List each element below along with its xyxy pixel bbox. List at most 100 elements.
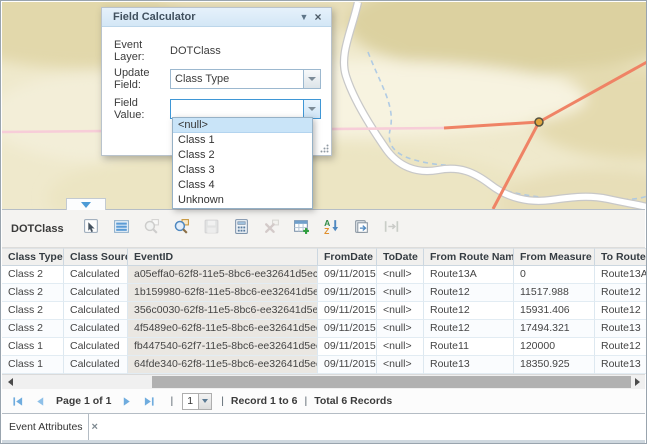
column-header[interactable]: EventID <box>128 248 318 266</box>
select-records-icon[interactable] <box>82 217 102 237</box>
add-records-icon[interactable] <box>292 217 312 237</box>
table-cell[interactable]: <null> <box>377 338 424 356</box>
table-cell[interactable]: Calculated <box>64 302 128 320</box>
table-cell[interactable]: fb447540-62f7-11e5-8bc6-ee32641d5ec9 <box>128 338 318 356</box>
table-cell[interactable]: 09/11/2015 <box>318 284 377 302</box>
table-cell[interactable]: Route11 <box>424 338 514 356</box>
table-row[interactable]: Class 2Calculated356c0030-62f8-11e5-8bc6… <box>2 302 645 320</box>
dropdown-option[interactable]: Class 1 <box>173 133 312 148</box>
update-field-select[interactable]: Class Type <box>170 69 321 89</box>
table-cell[interactable]: 18350.925 <box>514 356 595 374</box>
table-cell[interactable]: 11517.988 <box>514 284 595 302</box>
table-cell[interactable]: Class 2 <box>2 284 64 302</box>
first-page-button[interactable] <box>10 394 26 408</box>
table-cell[interactable]: Route13A <box>595 266 647 284</box>
table-cell[interactable]: <null> <box>377 266 424 284</box>
previous-page-button[interactable] <box>32 394 48 408</box>
table-row[interactable]: Class 2Calculateda05effa0-62f8-11e5-8bc6… <box>2 266 645 284</box>
table-cell[interactable]: 17494.321 <box>514 320 595 338</box>
update-field-dropdown-button[interactable] <box>303 70 320 88</box>
table-cell[interactable]: 120000 <box>514 338 595 356</box>
table-cell[interactable]: 1b159980-62f8-11e5-8bc6-ee32641d5ec9 <box>128 284 318 302</box>
table-cell[interactable]: 356c0030-62f8-11e5-8bc6-ee32641d5ec9 <box>128 302 318 320</box>
dropdown-option[interactable]: Class 4 <box>173 178 312 193</box>
table-cell[interactable]: a05effa0-62f8-11e5-8bc6-ee32641d5ec9 <box>128 266 318 284</box>
next-page-button[interactable] <box>119 394 135 408</box>
column-width-icon[interactable] <box>382 217 402 237</box>
table-cell[interactable]: Route12 <box>595 284 647 302</box>
close-icon[interactable]: × <box>311 10 325 24</box>
table-cell[interactable]: Route13 <box>595 320 647 338</box>
table-cell[interactable]: Class 2 <box>2 320 64 338</box>
column-header[interactable]: From Route Name <box>424 248 514 266</box>
table-row[interactable]: Class 2Calculated4f5489e0-62f8-11e5-8bc6… <box>2 320 645 338</box>
pan-to-selected-icon[interactable] <box>172 217 192 237</box>
dropdown-option[interactable]: <null> <box>173 118 312 133</box>
table-cell[interactable]: 09/11/2015 <box>318 338 377 356</box>
page-number-select[interactable]: 1 <box>182 393 212 410</box>
column-header[interactable]: FromDate <box>318 248 377 266</box>
dropdown-option[interactable]: Class 2 <box>173 148 312 163</box>
scroll-left-button[interactable] <box>2 375 18 389</box>
resize-grip-icon[interactable] <box>320 144 329 153</box>
table-cell[interactable]: Class 1 <box>2 356 64 374</box>
dropdown-option[interactable]: Unknown <box>173 193 312 208</box>
table-cell[interactable]: Class 2 <box>2 266 64 284</box>
column-header[interactable]: To Route Name <box>595 248 647 266</box>
table-cell[interactable]: Calculated <box>64 284 128 302</box>
table-cell[interactable]: <null> <box>377 356 424 374</box>
table-cell[interactable]: 4f5489e0-62f8-11e5-8bc6-ee32641d5ec9 <box>128 320 318 338</box>
table-cell[interactable]: 15931.406 <box>514 302 595 320</box>
scrollbar-thumb[interactable] <box>152 376 631 388</box>
table-cell[interactable]: Route13 <box>595 356 647 374</box>
table-cell[interactable]: Route13 <box>424 356 514 374</box>
minimize-icon[interactable]: ▼ <box>297 12 311 22</box>
table-cell[interactable]: 09/11/2015 <box>318 266 377 284</box>
last-page-button[interactable] <box>141 394 157 408</box>
table-cell[interactable]: 64fde340-62f8-11e5-8bc6-ee32641d5ec9 <box>128 356 318 374</box>
table-cell[interactable]: Route12 <box>424 320 514 338</box>
horizontal-scrollbar[interactable] <box>2 374 645 389</box>
column-header[interactable]: From Measure <box>514 248 595 266</box>
table-cell[interactable]: Route12 <box>424 284 514 302</box>
clear-selection-icon[interactable] <box>262 217 282 237</box>
dropdown-option[interactable]: Class 3 <box>173 163 312 178</box>
page-select-dropdown-button[interactable] <box>198 394 211 409</box>
table-cell[interactable]: Calculated <box>64 266 128 284</box>
table-cell[interactable]: 09/11/2015 <box>318 356 377 374</box>
tab-event-attributes[interactable]: Event Attributes × <box>2 414 89 440</box>
field-calculator-icon[interactable] <box>232 217 252 237</box>
column-header[interactable]: Class Type <box>2 248 64 266</box>
column-header[interactable]: ToDate <box>377 248 424 266</box>
column-header[interactable]: Class Source <box>64 248 128 266</box>
table-cell[interactable]: Class 2 <box>2 302 64 320</box>
show-selected-records-icon[interactable] <box>112 217 132 237</box>
save-icon[interactable] <box>202 217 222 237</box>
field-value-dropdown-button[interactable] <box>303 100 320 118</box>
table-cell[interactable]: Route12 <box>595 302 647 320</box>
attribute-copy-icon[interactable] <box>352 217 372 237</box>
panel-collapse-button[interactable] <box>66 198 106 210</box>
route-junction-marker[interactable] <box>535 118 543 126</box>
table-cell[interactable]: <null> <box>377 320 424 338</box>
table-row[interactable]: Class 1Calculatedfb447540-62f7-11e5-8bc6… <box>2 338 645 356</box>
table-cell[interactable]: 0 <box>514 266 595 284</box>
table-cell[interactable]: Calculated <box>64 338 128 356</box>
sort-icon[interactable]: AZ <box>322 217 342 237</box>
table-cell[interactable]: Route12 <box>424 302 514 320</box>
field-value-select[interactable] <box>170 99 321 119</box>
table-row[interactable]: Class 1Calculated64fde340-62f8-11e5-8bc6… <box>2 356 645 374</box>
table-cell[interactable]: Calculated <box>64 356 128 374</box>
table-cell[interactable]: 09/11/2015 <box>318 302 377 320</box>
zoom-to-selected-icon[interactable] <box>142 217 162 237</box>
table-cell[interactable]: Route13A <box>424 266 514 284</box>
table-cell[interactable]: <null> <box>377 302 424 320</box>
table-row[interactable]: Class 2Calculated1b159980-62f8-11e5-8bc6… <box>2 284 645 302</box>
tab-close-icon[interactable]: × <box>92 422 98 432</box>
table-cell[interactable]: 09/11/2015 <box>318 320 377 338</box>
table-cell[interactable]: Calculated <box>64 320 128 338</box>
table-cell[interactable]: <null> <box>377 284 424 302</box>
scroll-right-button[interactable] <box>629 375 645 389</box>
dialog-title-bar[interactable]: Field Calculator ▼ × <box>102 8 331 27</box>
table-cell[interactable]: Route12 <box>595 338 647 356</box>
